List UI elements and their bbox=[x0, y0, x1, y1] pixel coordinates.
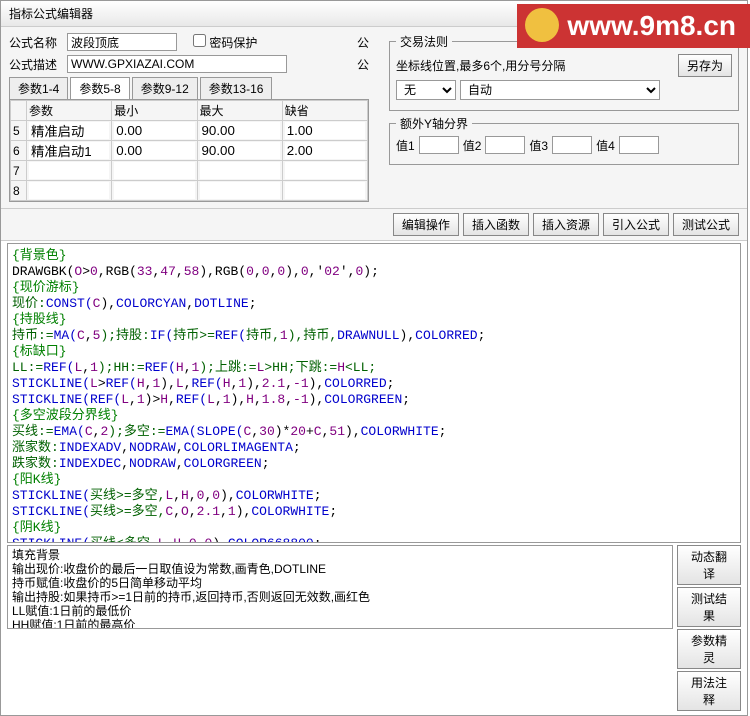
param-min-input[interactable] bbox=[114, 162, 194, 179]
param-row: 8 bbox=[11, 181, 368, 201]
param-min-input[interactable] bbox=[114, 122, 194, 139]
param-def-input[interactable] bbox=[285, 162, 365, 179]
action-button[interactable]: 测试公式 bbox=[673, 213, 739, 236]
desc-input[interactable] bbox=[67, 55, 287, 73]
desc-line: 持币赋值:收盘价的5日简单移动平均 bbox=[12, 576, 668, 590]
side-button[interactable]: 动态翻译 bbox=[677, 545, 741, 585]
description-panel[interactable]: 填充背景输出现价:收盘价的最后一日取值设为常数,画青色,DOTLINE持币赋值:… bbox=[7, 545, 673, 629]
param-name-input[interactable] bbox=[29, 122, 109, 139]
param-row: 5 bbox=[11, 121, 368, 141]
side-button[interactable]: 参数精灵 bbox=[677, 629, 741, 669]
pwd-label: 密码保护 bbox=[209, 36, 257, 50]
desc-line: HH赋值:1日前的最高价 bbox=[12, 618, 668, 629]
desc-line: 填充背景 bbox=[12, 548, 668, 562]
param-header: 最小 bbox=[112, 101, 197, 121]
param-def-input[interactable] bbox=[285, 122, 365, 139]
action-button[interactable]: 编辑操作 bbox=[393, 213, 459, 236]
side-button[interactable]: 用法注释 bbox=[677, 671, 741, 711]
action-button[interactable]: 引入公式 bbox=[603, 213, 669, 236]
param-name-input[interactable] bbox=[29, 182, 109, 199]
param-def-input[interactable] bbox=[285, 142, 365, 159]
y-input-1[interactable] bbox=[419, 136, 459, 154]
tab-3[interactable]: 参数13-16 bbox=[200, 77, 273, 99]
y-input-2[interactable] bbox=[485, 136, 525, 154]
desc-line: 输出持股:如果持币>=1日前的持币,返回持币,否则返回无效数,画红色 bbox=[12, 590, 668, 604]
rule-select-1[interactable]: 无 bbox=[396, 80, 456, 100]
extra-y-fieldset: 额外Y轴分界 值1 值2 值3 值4 bbox=[389, 115, 739, 165]
code-editor[interactable]: {背景色}DRAWGBK(O>0,RGB(33,47,58),RGB(0,0,0… bbox=[7, 243, 741, 543]
param-name-input[interactable] bbox=[29, 162, 109, 179]
param-tabs: 参数1-4参数5-8参数9-12参数13-16 bbox=[9, 77, 369, 100]
param-max-input[interactable] bbox=[200, 142, 280, 159]
pwd-checkbox[interactable] bbox=[193, 34, 206, 47]
param-max-input[interactable] bbox=[200, 162, 280, 179]
param-max-input[interactable] bbox=[200, 182, 280, 199]
y-v2: 值2 bbox=[463, 137, 482, 154]
extra-y-legend: 额外Y轴分界 bbox=[396, 115, 472, 132]
y-input-4[interactable] bbox=[619, 136, 659, 154]
action-button[interactable]: 插入资源 bbox=[533, 213, 599, 236]
desc-line: LL赋值:1日前的最低价 bbox=[12, 604, 668, 618]
coord-note: 坐标线位置,最多6个,用分号分隔 bbox=[396, 57, 565, 74]
tab-0[interactable]: 参数1-4 bbox=[9, 77, 68, 99]
rule-select-2[interactable]: 自动 bbox=[460, 80, 660, 100]
desc-line: 输出现价:收盘价的最后一日取值设为常数,画青色,DOTLINE bbox=[12, 562, 668, 576]
pwd-checkbox-wrap[interactable]: 密码保护 bbox=[193, 34, 257, 51]
param-name-input[interactable] bbox=[29, 142, 109, 159]
side-button-panel: 动态翻译测试结果参数精灵用法注释 bbox=[677, 545, 741, 711]
param-min-input[interactable] bbox=[114, 182, 194, 199]
y-v4: 值4 bbox=[596, 137, 615, 154]
action-toolbar: 编辑操作插入函数插入资源引入公式测试公式 bbox=[1, 209, 747, 241]
param-header: 参数 bbox=[27, 101, 112, 121]
param-row: 6 bbox=[11, 141, 368, 161]
y-input-3[interactable] bbox=[552, 136, 592, 154]
param-max-input[interactable] bbox=[200, 122, 280, 139]
action-button[interactable]: 插入函数 bbox=[463, 213, 529, 236]
label-pub: 公 bbox=[357, 34, 369, 51]
label-pub2: 公 bbox=[357, 56, 369, 73]
editor-window: 指标公式编辑器 公式名称 密码保护 公 公式描述 公 参数1-4参数5-8参数9… bbox=[0, 0, 748, 716]
param-grid: 参数最小最大缺省 5678 bbox=[9, 100, 369, 202]
param-header: 最大 bbox=[197, 101, 282, 121]
label-name: 公式名称 bbox=[9, 34, 63, 51]
param-header: 缺省 bbox=[282, 101, 367, 121]
label-desc: 公式描述 bbox=[9, 56, 63, 73]
param-def-input[interactable] bbox=[285, 182, 365, 199]
tab-1[interactable]: 参数5-8 bbox=[70, 77, 129, 99]
name-input[interactable] bbox=[67, 33, 177, 51]
side-button[interactable]: 测试结果 bbox=[677, 587, 741, 627]
saveas-button[interactable]: 另存为 bbox=[678, 54, 732, 77]
y-v3: 值3 bbox=[529, 137, 548, 154]
trade-rule-legend: 交易法则 bbox=[396, 33, 452, 50]
tab-2[interactable]: 参数9-12 bbox=[132, 77, 198, 99]
param-min-input[interactable] bbox=[114, 142, 194, 159]
watermark-badge: www.9m8.cn bbox=[517, 4, 750, 48]
param-row: 7 bbox=[11, 161, 368, 181]
y-v1: 值1 bbox=[396, 137, 415, 154]
